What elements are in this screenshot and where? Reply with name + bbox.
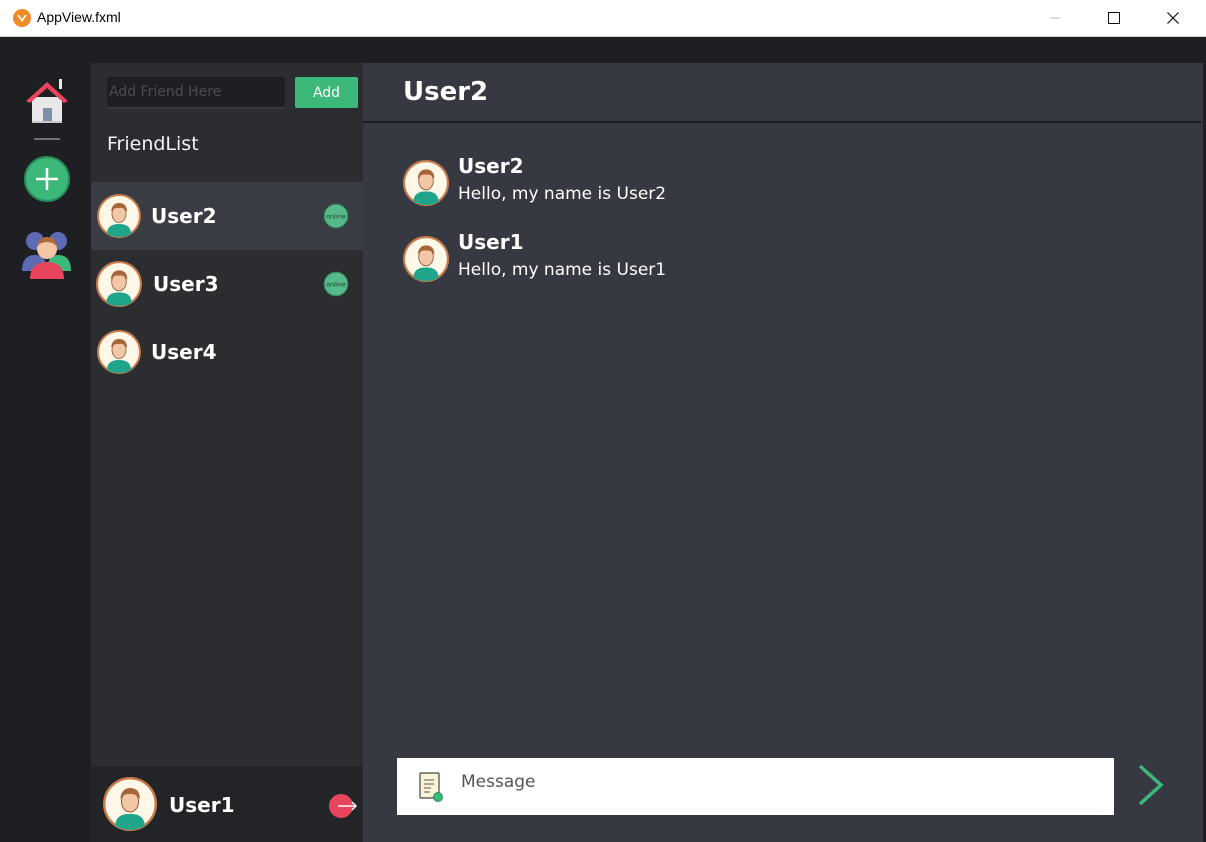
maximize-button[interactable] <box>1085 0 1143 36</box>
message-composer <box>397 758 1114 815</box>
online-status-icon: online <box>323 203 349 229</box>
friend-item-user2[interactable]: User2 online <box>91 182 363 250</box>
message-item: User2 Hello, my name is User2 <box>403 154 1103 214</box>
current-user-name: User1 <box>169 793 235 817</box>
user-avatar-icon <box>97 194 141 238</box>
friends-panel: Add FriendList User2 online User3 online <box>91 63 363 842</box>
attachment-icon[interactable] <box>417 771 445 803</box>
svg-text:online: online <box>326 281 346 289</box>
user-avatar-icon <box>403 236 449 282</box>
minimize-button[interactable] <box>1026 0 1084 36</box>
svg-text:online: online <box>326 213 346 221</box>
message-author: User2 <box>458 154 524 178</box>
add-friend-input[interactable] <box>107 77 285 109</box>
message-text: Hello, my name is User2 <box>458 184 667 204</box>
window-title: AppView.fxml <box>37 9 121 25</box>
minimize-icon <box>1050 17 1060 19</box>
home-icon[interactable] <box>23 77 71 125</box>
friend-item-user4[interactable]: User4 <box>91 318 363 386</box>
logout-icon[interactable] <box>328 793 358 819</box>
top-strip <box>0 37 1206 63</box>
close-icon <box>1167 12 1179 24</box>
user-avatar-icon <box>96 261 142 307</box>
send-arrow-icon[interactable] <box>1135 763 1167 807</box>
close-button[interactable] <box>1144 0 1202 36</box>
chat-area: User2 User2 Hello, my name is User2 User… <box>363 63 1203 842</box>
rail-separator <box>34 138 60 140</box>
friend-item-user3[interactable]: User3 online <box>91 250 363 318</box>
friendlist-title: FriendList <box>107 133 199 155</box>
message-text: Hello, my name is User1 <box>458 260 667 280</box>
message-input[interactable] <box>459 766 1103 798</box>
user-avatar-icon <box>403 160 449 206</box>
add-friend-button[interactable]: Add <box>295 77 358 108</box>
maximize-icon <box>1108 12 1120 24</box>
add-server-icon[interactable] <box>23 155 71 203</box>
friends-icon[interactable] <box>20 227 74 279</box>
friend-name: User3 <box>153 272 219 296</box>
message-item: User1 Hello, my name is User1 <box>403 230 1103 290</box>
window-titlebar: AppView.fxml <box>0 0 1206 37</box>
user-avatar-icon[interactable] <box>103 777 157 831</box>
message-author: User1 <box>458 230 524 254</box>
chat-header: User2 <box>363 63 1201 123</box>
current-user-bar: User1 <box>91 766 363 842</box>
app-logo-icon <box>13 9 31 27</box>
friend-name: User4 <box>151 340 217 364</box>
friend-name: User2 <box>151 204 217 228</box>
online-status-icon: online <box>323 271 349 297</box>
server-rail <box>3 63 91 842</box>
chat-title: User2 <box>403 77 489 107</box>
user-avatar-icon <box>97 330 141 374</box>
